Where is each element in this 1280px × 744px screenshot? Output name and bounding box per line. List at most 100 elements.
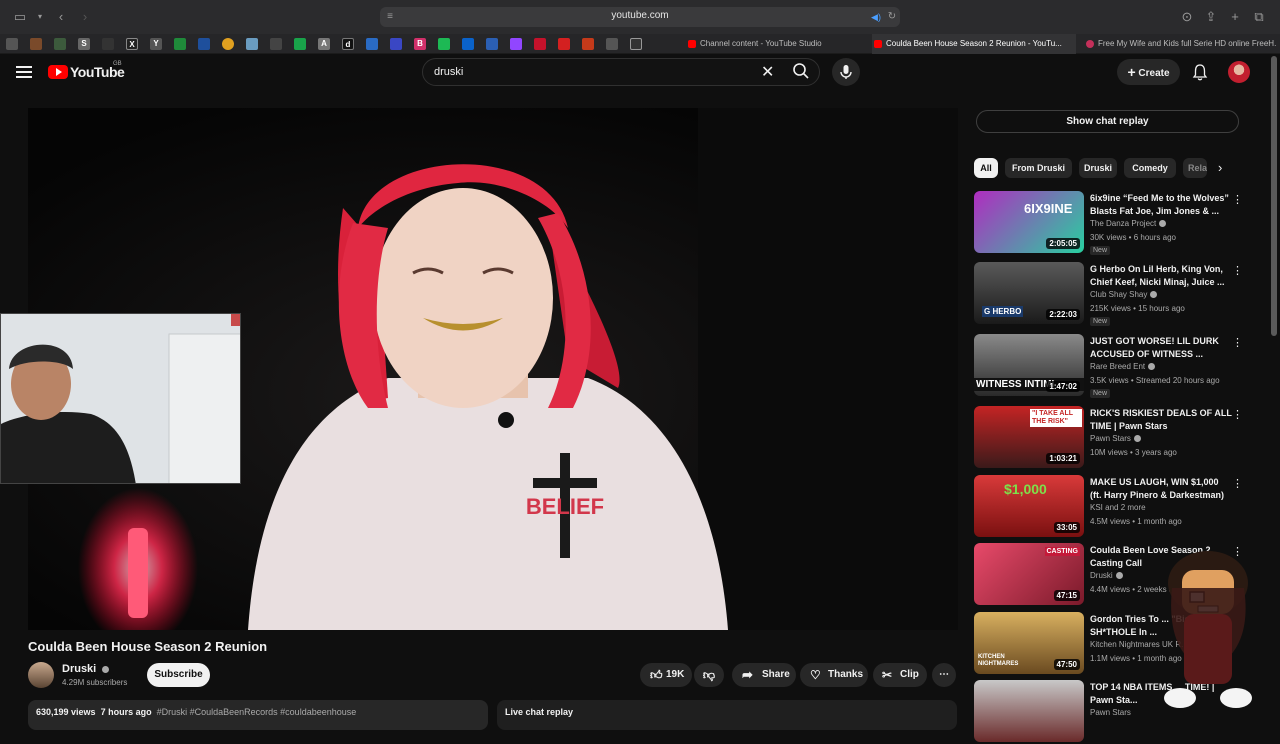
bookmark-favicon[interactable] [462, 38, 474, 50]
recommendation-item[interactable]: 6IX9INE 2:05:05 6ix9ine “Feed Me to the … [974, 191, 1244, 255]
recommendation-item[interactable]: WITNESS INTIMI 1:47:02 JUST GOT WORSE! L… [974, 334, 1244, 398]
more-vertical-icon[interactable]: ⋮ [1232, 336, 1243, 349]
youtube-logo-icon[interactable] [48, 65, 68, 79]
bookmark-favicon[interactable] [390, 38, 402, 50]
recommendation-item[interactable]: "I TAKE ALL THE RISK" 1:03:21 RICK'S RIS… [974, 406, 1244, 470]
share-button[interactable]: ➦ Share [732, 663, 796, 687]
recommendation-title[interactable]: MAKE US LAUGH, WIN $1,000 (ft. Harry Pin… [1090, 476, 1232, 502]
more-vertical-icon[interactable]: ⋮ [1232, 193, 1243, 206]
recommendation-channel[interactable]: Club Shay Shay [1090, 290, 1158, 299]
address-bar[interactable]: ≡ youtube.com ◀) ↻ [380, 7, 900, 27]
channel-text: Rare Breed Ent [1090, 362, 1146, 371]
plus-icon: + [1127, 64, 1136, 80]
more-vertical-icon[interactable]: ⋮ [1232, 477, 1243, 490]
reload-icon[interactable]: ↻ [884, 9, 900, 25]
dislike-button[interactable]: 👎︎ [694, 663, 724, 687]
bookmark-favicon[interactable] [270, 38, 282, 50]
forward-icon[interactable]: › [77, 9, 93, 25]
thanks-button[interactable]: ♡ Thanks [800, 663, 868, 687]
bookmark-favicon[interactable] [582, 38, 594, 50]
bookmark-favicon[interactable]: B [414, 38, 426, 50]
video-thumbnail[interactable] [974, 680, 1084, 742]
more-vertical-icon[interactable]: ⋮ [1232, 408, 1243, 421]
bookmark-favicon[interactable]: S [78, 38, 90, 50]
account-avatar[interactable] [1228, 61, 1250, 83]
recommendation-channel[interactable]: KSI and 2 more [1090, 503, 1146, 512]
back-icon[interactable]: ‹ [53, 9, 69, 25]
subscribe-button[interactable]: Subscribe [147, 663, 210, 687]
chip-comedy[interactable]: Comedy [1124, 158, 1176, 178]
bookmark-favicon[interactable]: A [318, 38, 330, 50]
new-tab-icon[interactable]: + [1227, 9, 1243, 25]
recommendation-channel[interactable]: Druski [1090, 571, 1123, 580]
search-query[interactable]: druski [434, 66, 463, 78]
chip-druski[interactable]: Druski [1079, 158, 1117, 178]
like-button[interactable]: 👍︎ 19K [640, 663, 692, 687]
recommendation-channel[interactable]: Pawn Stars [1090, 434, 1141, 443]
video-thumbnail[interactable]: $1,000 33:05 [974, 475, 1084, 537]
recommendation-item[interactable]: G HERBO 2:22:03 G Herbo On Lil Herb, Kin… [974, 262, 1244, 326]
bookmark-favicon[interactable] [630, 38, 642, 50]
recommendation-title[interactable]: JUST GOT WORSE! LIL DURK ACCUSED OF WITN… [1090, 335, 1232, 361]
hashtags[interactable]: #Druski #CouldaBeenRecords #couldabeenho… [157, 707, 357, 717]
bookmark-favicon[interactable] [222, 38, 234, 50]
channel-avatar[interactable] [28, 662, 54, 688]
chip-all[interactable]: All [974, 158, 998, 178]
recommendation-title[interactable]: RICK'S RISKIEST DEALS OF ALL TIME | Pawn… [1090, 407, 1232, 433]
page-scrollbar[interactable] [1271, 56, 1277, 336]
video-thumbnail[interactable]: G HERBO 2:22:03 [974, 262, 1084, 324]
video-thumbnail[interactable]: WITNESS INTIMI 1:47:02 [974, 334, 1084, 396]
chip-from-druski[interactable]: From Druski [1005, 158, 1072, 178]
recommendation-item[interactable]: $1,000 33:05 MAKE US LAUGH, WIN $1,000 (… [974, 475, 1244, 539]
bookmark-favicon[interactable] [198, 38, 210, 50]
tab-overview-icon[interactable]: ⧉ [1251, 9, 1267, 25]
bookmark-favicon[interactable] [606, 38, 618, 50]
more-vertical-icon[interactable]: ⋮ [1232, 264, 1243, 277]
bookmark-favicon[interactable]: X [126, 38, 138, 50]
bookmark-favicon[interactable] [174, 38, 186, 50]
bookmark-favicon[interactable] [294, 38, 306, 50]
channel-name[interactable]: Druski [62, 663, 110, 675]
bookmark-favicon[interactable] [54, 38, 66, 50]
bookmark-favicon[interactable] [534, 38, 546, 50]
bookmark-favicon[interactable]: Y [150, 38, 162, 50]
audio-playing-icon[interactable]: ◀) [868, 9, 884, 25]
chevron-down-icon[interactable]: ▾ [32, 9, 48, 25]
recommendation-channel[interactable]: The Danza Project [1090, 219, 1167, 228]
recommendation-channel[interactable]: Pawn Stars [1090, 708, 1131, 717]
bookmark-favicon[interactable] [510, 38, 522, 50]
chip-related[interactable]: Rela [1183, 158, 1207, 178]
show-chat-replay-button[interactable]: Show chat replay [976, 110, 1239, 133]
bookmark-favicon[interactable] [102, 38, 114, 50]
bookmark-favicon[interactable] [6, 38, 18, 50]
video-thumbnail[interactable]: KITCHEN NIGHTMARES 47:50 [974, 612, 1084, 674]
voice-search-button[interactable] [832, 58, 860, 86]
more-actions-button[interactable]: ⋯ [932, 663, 956, 687]
share-icon[interactable]: ⇪ [1203, 9, 1219, 25]
search-icon[interactable] [792, 62, 812, 82]
bookmark-favicon[interactable] [558, 38, 570, 50]
chevron-right-icon[interactable]: › [1218, 160, 1222, 175]
video-thumbnail[interactable]: CASTING 47:15 [974, 543, 1084, 605]
notifications-bell-icon[interactable] [1191, 63, 1209, 81]
tab-current-video[interactable]: Coulda Been House Season 2 Reunion - You… [872, 34, 1076, 54]
tab-youtube-studio[interactable]: Channel content - YouTube Studio [686, 34, 866, 54]
video-thumbnail[interactable]: 6IX9INE 2:05:05 [974, 191, 1084, 253]
sidebar-toggle-icon[interactable]: ▭ [12, 9, 28, 25]
recommendation-title[interactable]: G Herbo On Lil Herb, King Von, Chief Kee… [1090, 263, 1232, 289]
bookmark-favicon[interactable] [366, 38, 378, 50]
tab-free-my-wife[interactable]: Free My Wife and Kids full Serie HD onli… [1084, 34, 1276, 54]
menu-icon[interactable] [16, 64, 32, 78]
bookmark-favicon[interactable]: d [342, 38, 354, 50]
bookmark-favicon[interactable] [246, 38, 258, 50]
downloads-icon[interactable]: ⊙ [1179, 9, 1195, 25]
clear-search-icon[interactable]: ✕ [761, 62, 774, 82]
video-thumbnail[interactable]: "I TAKE ALL THE RISK" 1:03:21 [974, 406, 1084, 468]
clip-button[interactable]: ✂ Clip [873, 663, 927, 687]
bookmark-favicon[interactable] [30, 38, 42, 50]
recommendation-channel[interactable]: Rare Breed Ent [1090, 362, 1156, 371]
create-button[interactable]: + Create [1117, 59, 1180, 85]
recommendation-title[interactable]: 6ix9ine “Feed Me to the Wolves” Blasts F… [1090, 192, 1232, 218]
bookmark-favicon[interactable] [486, 38, 498, 50]
bookmark-favicon[interactable] [438, 38, 450, 50]
